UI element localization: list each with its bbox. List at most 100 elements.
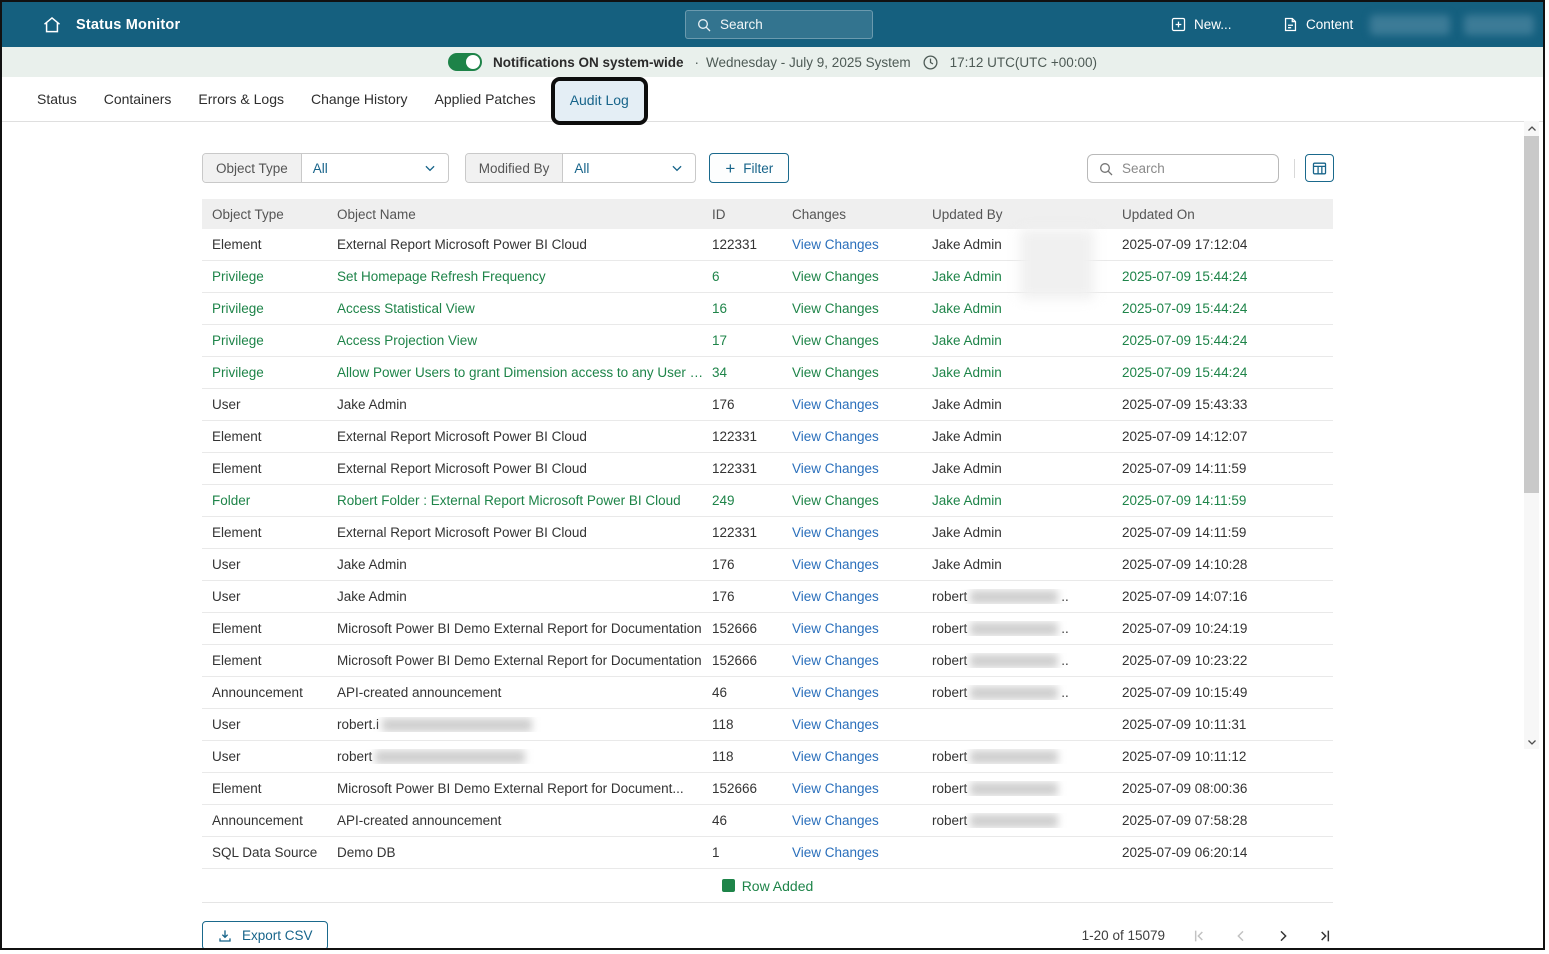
table-row: ElementMicrosoft Power BI Demo External … <box>202 645 1333 677</box>
modified-by-filter-select[interactable]: All <box>563 154 695 182</box>
view-changes-link[interactable]: View Changes <box>792 813 879 828</box>
tab-status[interactable]: Status <box>37 91 77 107</box>
view-changes-link[interactable]: View Changes <box>792 461 879 476</box>
cell-updated-on: 2025-07-09 14:11:59 <box>1122 461 1333 476</box>
cell-updated-by: robert <box>932 749 1122 764</box>
cell-id: 152666 <box>712 653 792 668</box>
view-changes-link[interactable]: View Changes <box>792 845 879 860</box>
cell-object-name: Jake Admin <box>337 557 712 572</box>
tab-audit-log[interactable]: Audit Log <box>555 81 644 121</box>
document-icon <box>1282 16 1299 33</box>
divider <box>1294 159 1295 178</box>
cell-object-name: External Report Microsoft Power BI Cloud <box>337 429 712 444</box>
view-changes-link[interactable]: View Changes <box>792 333 879 348</box>
cell-object-type: Privilege <box>212 365 337 380</box>
export-csv-label: Export CSV <box>242 928 313 943</box>
column-settings-button[interactable] <box>1305 154 1334 182</box>
table-row: SQL Data SourceDemo DB1View Changes2025-… <box>202 837 1333 869</box>
cell-object-name: API-created announcement <box>337 813 712 828</box>
cell-updated-by: Jake Admin <box>932 557 1122 572</box>
cell-updated-by: Jake Admin <box>932 301 1122 316</box>
export-csv-button[interactable]: Export CSV <box>202 921 328 950</box>
cell-object-type: Element <box>212 653 337 668</box>
content-button[interactable]: Content <box>1282 2 1353 47</box>
scroll-down-icon[interactable] <box>1524 734 1539 749</box>
previous-page-button[interactable] <box>1233 928 1249 944</box>
cell-object-type: SQL Data Source <box>212 845 337 860</box>
cell-id: 176 <box>712 397 792 412</box>
cell-object-type: User <box>212 397 337 412</box>
content-button-label: Content <box>1306 17 1353 32</box>
cell-changes: View Changes <box>792 397 932 412</box>
cell-changes: View Changes <box>792 237 932 252</box>
cell-changes: View Changes <box>792 525 932 540</box>
redaction-artifact <box>1020 229 1094 299</box>
scrollbar-thumb[interactable] <box>1524 136 1539 493</box>
view-changes-link[interactable]: View Changes <box>792 717 879 732</box>
toggle-knob <box>466 55 480 69</box>
view-changes-link[interactable]: View Changes <box>792 749 879 764</box>
cell-id: 46 <box>712 685 792 700</box>
cell-updated-on: 2025-07-09 08:00:36 <box>1122 781 1333 796</box>
cell-object-name: Microsoft Power BI Demo External Report … <box>337 621 712 636</box>
redacted-text <box>970 782 1058 796</box>
view-changes-link[interactable]: View Changes <box>792 557 879 572</box>
view-changes-link[interactable]: View Changes <box>792 621 879 636</box>
last-page-button[interactable] <box>1317 928 1333 944</box>
cell-object-name: Robert Folder : External Report Microsof… <box>337 493 712 508</box>
table-row: Userrobert118View Changesrobert2025-07-0… <box>202 741 1333 773</box>
cell-object-type: Element <box>212 237 337 252</box>
first-page-button[interactable] <box>1191 928 1207 944</box>
redacted-topbar-item <box>1370 15 1450 35</box>
view-changes-link[interactable]: View Changes <box>792 685 879 700</box>
view-changes-link[interactable]: View Changes <box>792 525 879 540</box>
view-changes-link[interactable]: View Changes <box>792 653 879 668</box>
column-header-updated-on: Updated On <box>1122 207 1333 222</box>
table-row: UserJake Admin176View Changesrobert..202… <box>202 581 1333 613</box>
view-changes-link[interactable]: View Changes <box>792 429 879 444</box>
home-icon[interactable] <box>40 13 64 37</box>
view-changes-link[interactable]: View Changes <box>792 397 879 412</box>
tab-errors-logs[interactable]: Errors & Logs <box>198 91 284 107</box>
table-row: ElementMicrosoft Power BI Demo External … <box>202 613 1333 645</box>
cell-object-type: Folder <box>212 493 337 508</box>
view-changes-link[interactable]: View Changes <box>792 237 879 252</box>
object-type-filter-select[interactable]: All <box>302 154 448 182</box>
cell-object-name: Microsoft Power BI Demo External Report … <box>337 653 712 668</box>
cell-object-type: Announcement <box>212 813 337 828</box>
global-search[interactable]: Search <box>685 10 873 39</box>
vertical-scrollbar[interactable] <box>1524 121 1539 749</box>
view-changes-link[interactable]: View Changes <box>792 589 879 604</box>
add-filter-button[interactable]: + Filter <box>709 153 789 183</box>
scroll-up-icon[interactable] <box>1524 121 1539 136</box>
notifications-toggle[interactable] <box>448 53 482 71</box>
tab-applied-patches[interactable]: Applied Patches <box>435 91 536 107</box>
table-row: Userrobert.i118View Changes2025-07-09 10… <box>202 709 1333 741</box>
cell-object-name: robert.i <box>337 717 712 732</box>
next-page-button[interactable] <box>1275 928 1291 944</box>
cell-id: 122331 <box>712 525 792 540</box>
cell-changes: View Changes <box>792 589 932 604</box>
cell-changes: View Changes <box>792 749 932 764</box>
add-filter-button-label: Filter <box>743 161 773 176</box>
modified-by-filter-value: All <box>574 161 589 176</box>
tab-change-history[interactable]: Change History <box>311 91 408 107</box>
view-changes-link[interactable]: View Changes <box>792 269 879 284</box>
cell-object-name: robert <box>337 749 712 764</box>
cell-id: 152666 <box>712 621 792 636</box>
column-header-changes: Changes <box>792 207 932 222</box>
table-search-input[interactable] <box>1122 161 1252 176</box>
view-changes-link[interactable]: View Changes <box>792 365 879 380</box>
cell-id: 249 <box>712 493 792 508</box>
view-changes-link[interactable]: View Changes <box>792 301 879 316</box>
new-button[interactable]: New... <box>1170 2 1232 47</box>
cell-updated-on: 2025-07-09 07:58:28 <box>1122 813 1333 828</box>
audit-log-panel: Object Type All Modified By All + Filter <box>2 153 1342 950</box>
top-bar: Status Monitor Search New... Content <box>2 2 1543 47</box>
cell-object-name: Jake Admin <box>337 397 712 412</box>
view-changes-link[interactable]: View Changes <box>792 781 879 796</box>
tab-containers[interactable]: Containers <box>104 91 172 107</box>
table-header: Object TypeObject NameIDChangesUpdated B… <box>202 199 1333 229</box>
redacted-text <box>382 718 532 732</box>
view-changes-link[interactable]: View Changes <box>792 493 879 508</box>
